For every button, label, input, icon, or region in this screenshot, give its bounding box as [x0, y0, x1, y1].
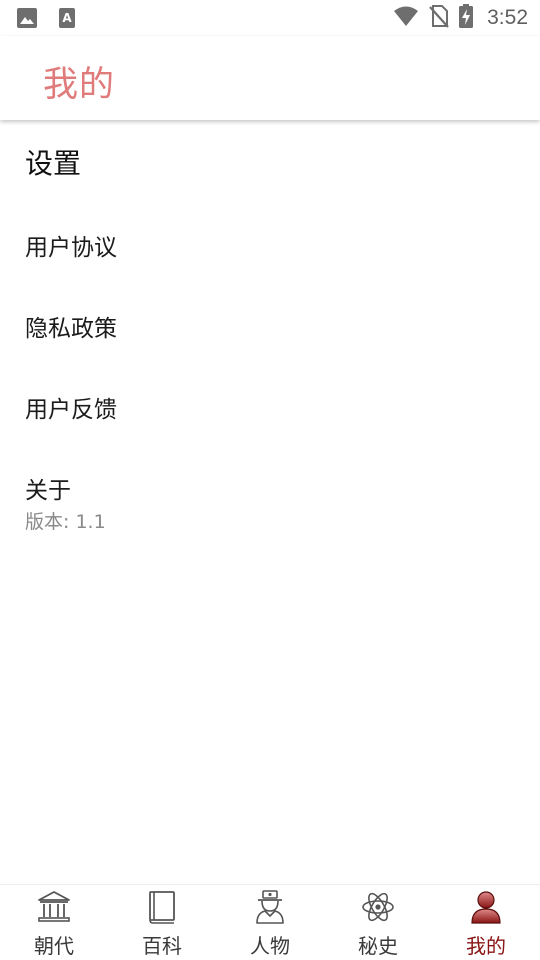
nav-item-dynasty[interactable]: 朝代 — [0, 885, 108, 960]
version-text: 版本: 1.1 — [25, 511, 106, 533]
app-bar: 我的 — [0, 36, 540, 120]
status-time: 3:52 — [487, 6, 528, 29]
temple-icon — [36, 889, 72, 925]
nav-label: 人物 — [250, 934, 290, 958]
book-icon — [144, 889, 180, 925]
text-a-icon: A — [58, 7, 76, 29]
bottom-nav: 朝代 百科 人物 秘史 我的 — [0, 884, 540, 960]
nav-label: 朝代 — [34, 934, 74, 958]
page-title: 我的 — [43, 65, 116, 105]
menu-item-user-agreement[interactable]: 用户协议 — [0, 214, 540, 274]
svg-text:A: A — [62, 11, 72, 25]
menu-item-about[interactable]: 关于 版本: 1.1 — [0, 457, 540, 541]
status-bar: A 3:52 — [0, 0, 540, 36]
menu-item-label: 隐私政策 — [25, 316, 117, 342]
screen: A 3:52 我的 设置 用户协议 隐私政策 用户反馈 关于 版本: 1.1 朝… — [0, 0, 540, 960]
menu-item-user-feedback[interactable]: 用户反馈 — [0, 376, 540, 436]
nav-label: 我的 — [466, 934, 506, 958]
person-hat-icon — [252, 889, 288, 925]
battery-charging-icon — [459, 4, 474, 32]
nav-item-encyclopedia[interactable]: 百科 — [108, 885, 216, 960]
wifi-icon — [393, 5, 419, 31]
nav-label: 百科 — [142, 934, 182, 958]
nav-label: 秘史 — [358, 934, 398, 958]
image-icon — [16, 7, 38, 29]
settings-header: 设置 — [25, 147, 82, 180]
nav-item-secret-history[interactable]: 秘史 — [324, 885, 432, 960]
status-left-icons: A — [16, 7, 76, 29]
menu-item-label: 用户协议 — [25, 235, 117, 261]
no-sim-icon — [429, 4, 449, 32]
menu-item-privacy-policy[interactable]: 隐私政策 — [0, 295, 540, 355]
user-icon — [468, 889, 504, 925]
menu-item-label: 用户反馈 — [25, 397, 117, 423]
nav-item-mine[interactable]: 我的 — [432, 885, 540, 960]
status-right-icons: 3:52 — [393, 4, 528, 32]
atom-icon — [360, 889, 396, 925]
menu-item-label: 关于 — [25, 478, 71, 504]
nav-item-people[interactable]: 人物 — [216, 885, 324, 960]
